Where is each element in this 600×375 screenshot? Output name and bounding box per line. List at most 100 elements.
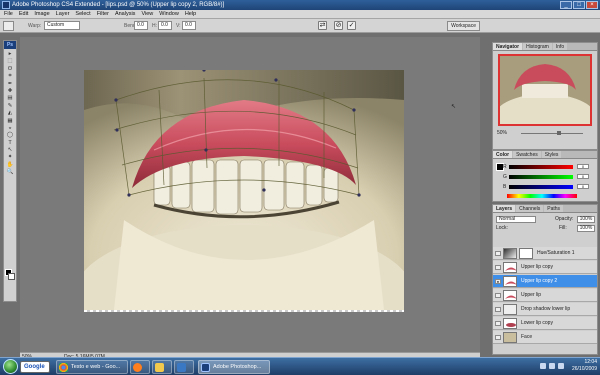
eyedropper-tool-icon[interactable]: ✒: [4, 81, 16, 88]
menu-analysis[interactable]: Analysis: [115, 10, 135, 18]
menu-edit[interactable]: Edit: [19, 10, 28, 18]
healing-tool-icon[interactable]: ✚: [4, 88, 16, 95]
tab-paths[interactable]: Paths: [544, 205, 564, 212]
taskbar-explorer[interactable]: [152, 360, 172, 374]
marquee-tool-icon[interactable]: ⬚: [4, 58, 16, 65]
flag-icon[interactable]: [558, 363, 564, 369]
tab-channels[interactable]: Channels: [516, 205, 544, 212]
current-tool-icon[interactable]: [3, 21, 14, 31]
start-button[interactable]: [3, 359, 18, 374]
crop-tool-icon[interactable]: ⌗: [4, 73, 16, 80]
volume-icon[interactable]: [549, 363, 555, 369]
navigator-panel: Navigator Histogram Info 50%: [492, 42, 598, 150]
menu-file[interactable]: File: [4, 10, 13, 18]
options-bar: Warp: Custom Bend: 0.0 H: 0.0 V: 0.0 ⇄ ⊘…: [0, 19, 600, 33]
brush-tool-icon[interactable]: ▤: [4, 95, 16, 102]
network-icon[interactable]: [540, 363, 546, 369]
clone-stamp-tool-icon[interactable]: ✎: [4, 103, 16, 110]
clock-time: 12:04: [584, 359, 597, 365]
visibility-toggle[interactable]: [495, 265, 501, 270]
taskbar-media[interactable]: [130, 360, 150, 374]
taskbar-chrome-label: Testo e web - Goo...: [71, 364, 121, 370]
minimize-button[interactable]: _: [560, 1, 572, 9]
menu-view[interactable]: View: [141, 10, 153, 18]
clock[interactable]: 12:04 26/10/2009: [572, 359, 597, 373]
tab-histogram[interactable]: Histogram: [523, 43, 552, 50]
r-slider[interactable]: [509, 165, 573, 169]
menu-help[interactable]: Help: [185, 10, 196, 18]
type-tool-icon[interactable]: T: [4, 140, 16, 147]
commit-transform-icon[interactable]: ✓: [347, 21, 356, 30]
taskbar-app[interactable]: [174, 360, 194, 374]
visibility-toggle[interactable]: [495, 335, 501, 340]
visibility-toggle[interactable]: [495, 321, 501, 326]
color-ramp[interactable]: [507, 194, 577, 198]
menu-image[interactable]: Image: [34, 10, 49, 18]
taskbar-photoshop[interactable]: Adobe Photoshop...: [198, 360, 270, 374]
layer-thumbnail: [503, 318, 517, 329]
tab-layers[interactable]: Layers: [493, 205, 516, 212]
layer-thumbnail: [503, 276, 517, 287]
menu-window[interactable]: Window: [159, 10, 179, 18]
menu-filter[interactable]: Filter: [97, 10, 109, 18]
layer-row[interactable]: Upper lip: [493, 289, 597, 302]
gradient-tool-icon[interactable]: ▦: [4, 118, 16, 125]
g-slider[interactable]: [509, 175, 573, 179]
image-canvas[interactable]: [84, 70, 404, 310]
navigator-thumbnail[interactable]: [498, 54, 592, 126]
warp-style-select[interactable]: Custom: [44, 21, 80, 30]
navigator-zoom-value[interactable]: 50%: [497, 130, 507, 136]
workspace-button[interactable]: Workspace: [447, 21, 480, 31]
tab-info[interactable]: Info: [552, 43, 568, 50]
google-search-box[interactable]: Google: [20, 361, 50, 373]
layer-row[interactable]: Drop shadow lower lip: [493, 303, 597, 316]
menu-layer[interactable]: Layer: [56, 10, 70, 18]
navigator-zoom-handle[interactable]: [557, 131, 561, 135]
blend-mode-select[interactable]: Normal: [496, 216, 536, 223]
pen-tool-icon[interactable]: ◯: [4, 132, 16, 139]
visibility-toggle[interactable]: [495, 251, 501, 256]
bend-field[interactable]: 0.0: [134, 21, 148, 30]
eraser-tool-icon[interactable]: ◭: [4, 110, 16, 117]
tab-navigator[interactable]: Navigator: [493, 43, 523, 50]
layer-row[interactable]: Lower lip copy: [493, 317, 597, 330]
chrome-icon: [59, 363, 68, 372]
lasso-tool-icon[interactable]: ʘ: [4, 66, 16, 73]
taskbar-chrome[interactable]: Testo e web - Goo...: [56, 360, 128, 374]
visibility-toggle[interactable]: [495, 307, 501, 312]
shape-tool-icon[interactable]: ✦: [4, 154, 16, 161]
zoom-tool-icon[interactable]: 🔍: [4, 169, 16, 176]
cancel-transform-icon[interactable]: ⊘: [334, 21, 343, 30]
layer-row[interactable]: Upper lip copy: [493, 261, 597, 274]
background-color-swatch[interactable]: [8, 273, 15, 280]
tab-swatches[interactable]: Swatches: [513, 151, 541, 158]
v-distortion-field[interactable]: 0.0: [182, 21, 196, 30]
layer-name: Upper lip: [521, 292, 542, 298]
photoshop-icon: [201, 363, 210, 372]
navigator-zoom-slider[interactable]: [521, 133, 583, 134]
layer-thumbnail: [503, 290, 517, 301]
r-value[interactable]: 0: [577, 164, 589, 169]
layer-mask-thumbnail[interactable]: [519, 248, 533, 259]
close-button[interactable]: ×: [586, 1, 598, 9]
move-tool-icon[interactable]: ▸: [4, 51, 16, 58]
fill-field[interactable]: 100%: [577, 225, 595, 232]
b-slider[interactable]: [509, 185, 573, 189]
tab-styles[interactable]: Styles: [541, 151, 562, 158]
g-value[interactable]: 0: [577, 174, 589, 179]
layer-row[interactable]: Face: [493, 331, 597, 344]
b-value[interactable]: 0: [577, 184, 589, 189]
warp-mode-icon[interactable]: ⇄: [318, 21, 327, 30]
visibility-toggle[interactable]: [495, 293, 501, 298]
opacity-field[interactable]: 100%: [577, 216, 595, 223]
opacity-label: Opacity:: [555, 216, 574, 222]
eye-icon[interactable]: ●: [495, 279, 501, 284]
maximize-button[interactable]: □: [573, 1, 585, 9]
menu-select[interactable]: Select: [75, 10, 90, 18]
h-distortion-field[interactable]: 0.0: [158, 21, 172, 30]
system-tray: [540, 363, 564, 369]
layer-row[interactable]: Hue/Saturation 1: [493, 247, 597, 260]
tab-color[interactable]: Color: [493, 151, 513, 158]
title-bar: Adobe Photoshop CS4 Extended - [lips.psd…: [0, 0, 600, 10]
layer-row-selected[interactable]: ● Upper lip copy 2: [493, 275, 597, 288]
